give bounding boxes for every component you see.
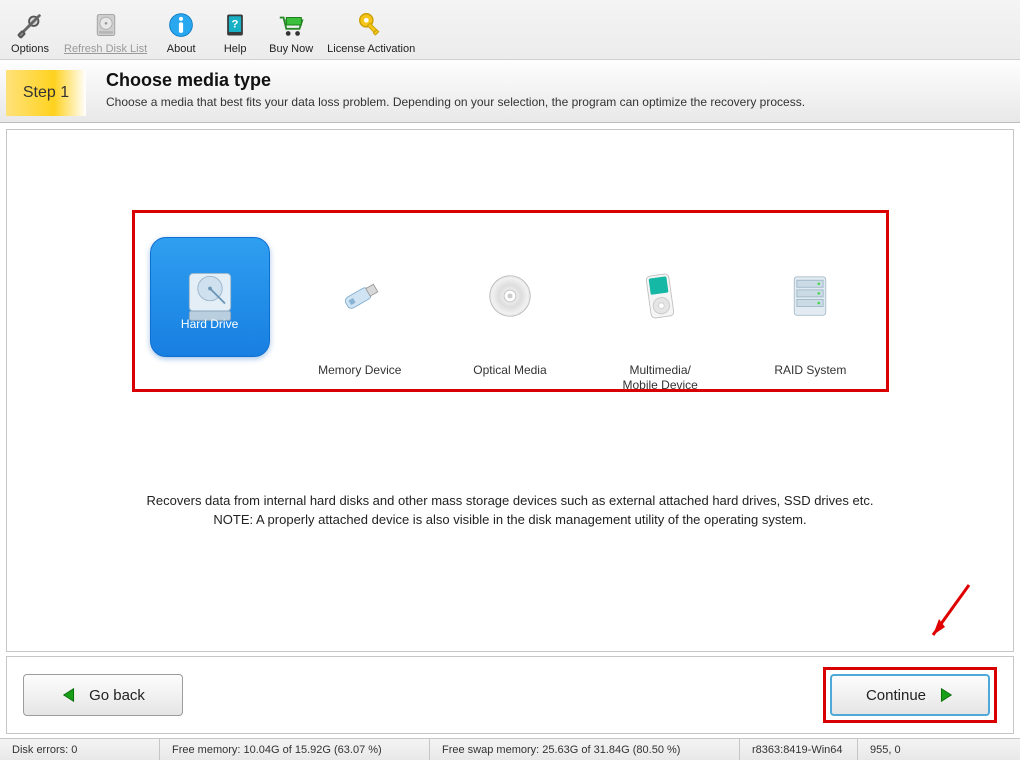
status-free-swap: Free swap memory: 25.63G of 31.84G (80.5… — [430, 739, 740, 760]
raid-stack-icon — [782, 268, 838, 327]
status-free-memory: Free memory: 10.04G of 15.92G (63.07 %) — [160, 739, 430, 760]
help-book-icon: ? — [219, 9, 251, 41]
continue-label: Continue — [866, 687, 926, 704]
toolbar-about[interactable]: About — [157, 9, 205, 57]
toolbar-help[interactable]: ? Help — [211, 9, 259, 57]
go-back-button[interactable]: Go back — [23, 674, 183, 716]
status-coords: 955, 0 — [858, 739, 1020, 760]
optical-disc-icon — [483, 269, 537, 326]
status-bar: Disk errors: 0 Free memory: 10.04G of 15… — [0, 738, 1020, 760]
svg-text:?: ? — [232, 19, 239, 31]
toolbar-refresh-label: Refresh Disk List — [64, 43, 147, 55]
toolbar-help-label: Help — [224, 43, 247, 55]
continue-highlight: Continue — [823, 667, 997, 723]
ipod-icon — [634, 267, 686, 328]
button-bar: Go back Continue — [6, 656, 1014, 734]
media-item-memory-device[interactable]: Memory Device — [298, 237, 422, 378]
media-label-raid-system: RAID System — [774, 363, 846, 378]
media-label-optical-media: Optical Media — [473, 363, 546, 378]
media-label-memory-device: Memory Device — [318, 363, 401, 378]
media-item-optical-media[interactable]: Optical Media — [448, 237, 572, 378]
usb-stick-icon — [332, 268, 388, 327]
step-header: Step 1 Choose media type Choose a media … — [0, 60, 1020, 123]
toolbar-options-label: Options — [11, 43, 49, 55]
annotation-arrow-icon — [919, 579, 979, 649]
info-circle-icon — [165, 9, 197, 41]
step-description: Choose a media that best fits your data … — [106, 95, 805, 109]
media-label-multimedia-device: Multimedia/ Mobile Device — [622, 363, 697, 393]
media-item-hard-drive[interactable]: Hard Drive — [148, 237, 272, 357]
toolbar-buynow[interactable]: Buy Now — [265, 9, 317, 57]
toolbar: Options Refresh Disk List About — [0, 0, 1020, 60]
continue-button[interactable]: Continue — [830, 674, 990, 716]
wrench-screwdriver-icon — [14, 9, 46, 41]
hard-disk-gray-icon — [90, 9, 122, 41]
toolbar-options[interactable]: Options — [6, 9, 54, 57]
toolbar-refresh: Refresh Disk List — [60, 9, 151, 57]
shopping-cart-icon — [275, 9, 307, 41]
step-title: Choose media type — [106, 70, 805, 91]
step-badge: Step 1 — [6, 70, 86, 116]
key-icon — [355, 9, 387, 41]
toolbar-buynow-label: Buy Now — [269, 43, 313, 55]
go-back-label: Go back — [89, 687, 145, 704]
toolbar-license-label: License Activation — [327, 43, 415, 55]
toolbar-license[interactable]: License Activation — [323, 9, 419, 57]
media-type-box: Hard Drive Memory Device — [132, 210, 889, 392]
status-disk-errors: Disk errors: 0 — [0, 739, 160, 760]
triangle-right-icon — [936, 686, 954, 704]
toolbar-about-label: About — [167, 43, 196, 55]
status-build: r8363:8419-Win64 — [740, 739, 858, 760]
media-item-raid-system[interactable]: RAID System — [748, 237, 872, 378]
media-description: Recovers data from internal hard disks a… — [87, 492, 933, 530]
triangle-left-icon — [61, 686, 79, 704]
media-label-hard-drive: Hard Drive — [181, 317, 238, 331]
content-panel: Hard Drive Memory Device — [6, 129, 1014, 652]
media-item-multimedia-device[interactable]: Multimedia/ Mobile Device — [598, 237, 722, 393]
